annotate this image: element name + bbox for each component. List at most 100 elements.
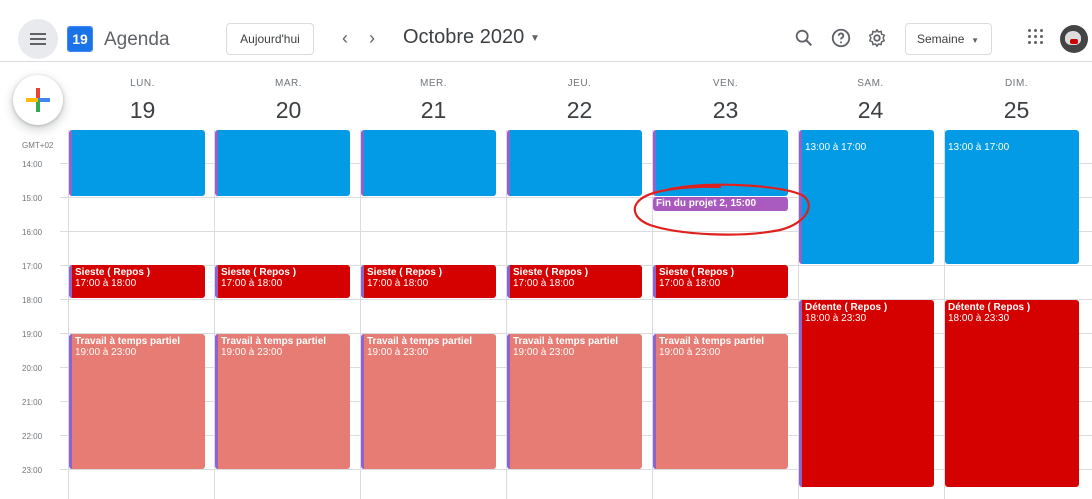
view-selector-label: Semaine [917, 32, 965, 46]
plus-icon [26, 88, 50, 112]
event-title: Détente ( Repos ) [805, 302, 888, 313]
avatar[interactable] [1060, 25, 1088, 53]
day-header-sat: SAM. 24 [798, 78, 943, 124]
day-number[interactable]: 20 [216, 97, 361, 124]
day-name: DIM. [1004, 78, 1029, 89]
event-block-tue[interactable] [215, 130, 350, 196]
event-project-deadline[interactable]: Fin du projet 2, 15:00 [653, 197, 788, 211]
event-time: 18:00 à 23:30 [805, 313, 867, 324]
event-time: 13:00 à 17:00 [948, 142, 1010, 153]
day-name: JEU. [567, 78, 592, 89]
hour-label: 20:00 [22, 364, 43, 373]
event-time: 17:00 à 18:00 [513, 278, 575, 289]
view-selector[interactable]: Semaine ▼ [905, 23, 992, 55]
event-block-fri[interactable] [653, 130, 788, 196]
hour-label: 23:00 [22, 466, 43, 475]
hour-label: 22:00 [22, 432, 43, 441]
event-title: Sieste ( Repos ) [513, 267, 589, 278]
create-event-button[interactable] [13, 75, 63, 125]
event-time: 13:00 à 17:00 [805, 142, 867, 153]
hour-label: 21:00 [22, 398, 43, 407]
today-button[interactable]: Aujourd'hui [226, 23, 314, 55]
event-title: Sieste ( Repos ) [367, 267, 443, 278]
event-time: 17:00 à 18:00 [367, 278, 429, 289]
day-header-fri: VEN. 23 [653, 78, 798, 124]
event-title: Travail à temps partiel [367, 336, 473, 347]
event-title: Sieste ( Repos ) [221, 267, 297, 278]
event-detente-sun[interactable]: Détente ( Repos ) 18:00 à 23:30 [945, 300, 1079, 487]
current-month-label[interactable]: Octobre 2020 [403, 26, 524, 49]
event-block-wed[interactable] [361, 130, 496, 196]
event-travail-tue[interactable]: Travail à temps partiel 19:00 à 23:00 [215, 334, 350, 469]
next-week-button[interactable]: › [360, 27, 384, 51]
day-name: VEN. [712, 78, 739, 89]
timezone-label: GMT+02 [22, 141, 54, 150]
day-header-wed: MER. 21 [361, 78, 506, 124]
day-header-sun: DIM. 25 [944, 78, 1089, 124]
event-weekend-sat[interactable]: 13:00 à 17:00 [799, 130, 934, 264]
event-sieste-fri[interactable]: Sieste ( Repos ) 17:00 à 18:00 [653, 265, 788, 298]
event-time: 19:00 à 23:00 [75, 347, 137, 358]
month-dropdown-icon[interactable]: ▼ [530, 33, 540, 44]
event-sieste-thu[interactable]: Sieste ( Repos ) 17:00 à 18:00 [507, 265, 642, 298]
event-travail-mon[interactable]: Travail à temps partiel 19:00 à 23:00 [69, 334, 205, 469]
event-block-thu[interactable] [507, 130, 642, 196]
event-block-mon[interactable] [69, 130, 205, 196]
event-sieste-tue[interactable]: Sieste ( Repos ) 17:00 à 18:00 [215, 265, 350, 298]
event-travail-wed[interactable]: Travail à temps partiel 19:00 à 23:00 [361, 334, 496, 469]
day-number[interactable]: 23 [653, 97, 798, 124]
event-travail-fri[interactable]: Travail à temps partiel 19:00 à 23:00 [653, 334, 788, 469]
event-title: Travail à temps partiel [221, 336, 327, 347]
main-menu-button[interactable] [18, 19, 58, 59]
day-name: LUN. [130, 78, 155, 89]
day-header-tue: MAR. 20 [216, 78, 361, 124]
day-name: SAM. [857, 78, 884, 89]
apps-icon[interactable] [1028, 29, 1044, 45]
event-time: 17:00 à 18:00 [659, 278, 721, 289]
event-time: 19:00 à 23:00 [659, 347, 721, 358]
top-bar: 19 Agenda Aujourd'hui ‹ › Octobre 2020 ▼… [0, 0, 1092, 62]
event-title: Fin du projet 2, 15:00 [656, 198, 757, 209]
event-title: Sieste ( Repos ) [75, 267, 151, 278]
event-time: 19:00 à 23:00 [221, 347, 283, 358]
event-time: 19:00 à 23:00 [513, 347, 575, 358]
settings-icon[interactable] [866, 27, 888, 49]
help-icon[interactable] [830, 27, 852, 49]
day-number[interactable]: 25 [944, 97, 1089, 124]
day-name: MAR. [275, 78, 302, 89]
event-sieste-mon[interactable]: Sieste ( Repos ) 17:00 à 18:00 [69, 265, 205, 298]
event-detente-sat[interactable]: Détente ( Repos ) 18:00 à 23:30 [799, 300, 934, 487]
event-time: 19:00 à 23:00 [367, 347, 429, 358]
day-name: MER. [420, 78, 447, 89]
hour-label: 15:00 [22, 194, 43, 203]
event-time: 18:00 à 23:30 [948, 313, 1010, 324]
calendar-logo-day: 19 [72, 31, 88, 47]
event-time: 17:00 à 18:00 [75, 278, 137, 289]
event-weekend-sun[interactable]: 13:00 à 17:00 [945, 130, 1079, 264]
event-title: Sieste ( Repos ) [659, 267, 735, 278]
day-number[interactable]: 24 [798, 97, 943, 124]
day-number[interactable]: 19 [70, 97, 215, 124]
event-title: Travail à temps partiel [659, 336, 765, 347]
search-icon[interactable] [793, 27, 815, 49]
hour-label: 19:00 [22, 330, 43, 339]
chevron-down-icon: ▼ [971, 36, 979, 45]
day-number[interactable]: 22 [507, 97, 652, 124]
event-travail-thu[interactable]: Travail à temps partiel 19:00 à 23:00 [507, 334, 642, 469]
event-title: Travail à temps partiel [513, 336, 619, 347]
day-number[interactable]: 21 [361, 97, 506, 124]
week-grid[interactable]: GMT+02 14:00 15:00 16:00 17:00 18:00 19:… [0, 130, 1092, 499]
hour-label: 17:00 [22, 262, 43, 271]
event-time: 17:00 à 18:00 [221, 278, 283, 289]
hour-label: 14:00 [22, 160, 43, 169]
event-sieste-wed[interactable]: Sieste ( Repos ) 17:00 à 18:00 [361, 265, 496, 298]
day-header-thu: JEU. 22 [507, 78, 652, 124]
menu-icon [30, 33, 46, 45]
app-title: Agenda [104, 29, 170, 50]
event-title: Détente ( Repos ) [948, 302, 1031, 313]
day-header-mon: LUN. 19 [70, 78, 215, 124]
hour-label: 18:00 [22, 296, 43, 305]
hour-label: 16:00 [22, 228, 43, 237]
previous-week-button[interactable]: ‹ [333, 27, 357, 51]
event-title: Travail à temps partiel [75, 336, 181, 347]
